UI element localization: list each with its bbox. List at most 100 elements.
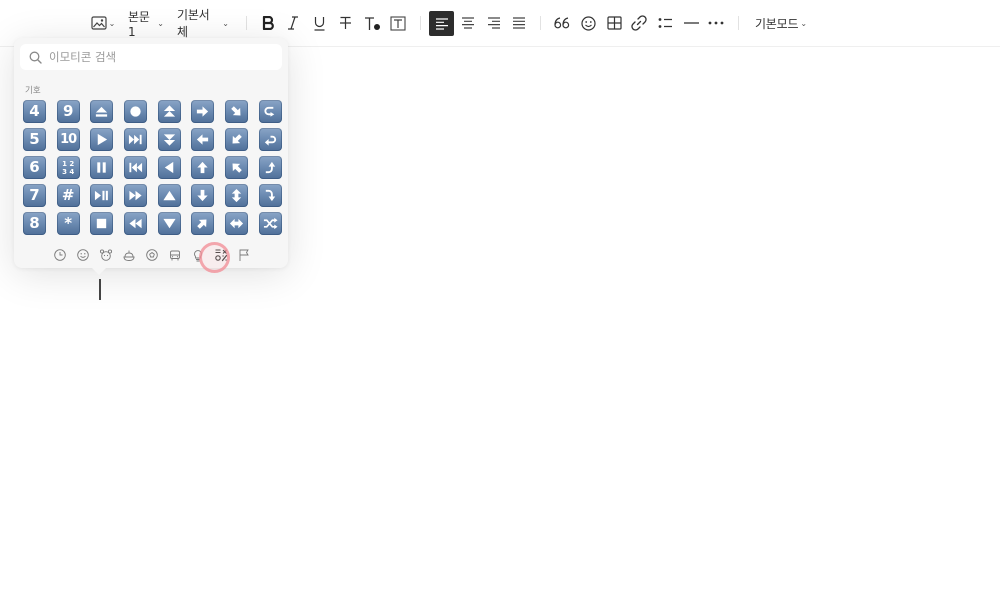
next-track-emoji-key[interactable] <box>124 128 148 151</box>
emoji-key-label: 10 <box>60 132 77 147</box>
link-icon <box>631 15 647 31</box>
emoji-search-box[interactable] <box>20 44 282 70</box>
return-left-icon <box>263 132 278 147</box>
italic-button[interactable] <box>285 12 301 34</box>
category-tab-sports[interactable] <box>144 247 160 263</box>
reverse-emoji-key[interactable] <box>157 156 181 179</box>
emoji-key[interactable]: # <box>56 184 80 207</box>
emoji-search-input[interactable] <box>49 50 269 64</box>
emoji-key-label: 5 <box>29 130 40 148</box>
bold-icon <box>262 16 274 30</box>
record-emoji-key[interactable] <box>124 100 148 123</box>
curve-up-emoji-key[interactable] <box>258 156 282 179</box>
emoji-key[interactable]: 8 <box>23 212 46 235</box>
return-left-emoji-key[interactable] <box>258 128 282 151</box>
emoji-key[interactable]: 10 <box>56 128 80 151</box>
horizontal-rule-button[interactable] <box>682 12 700 34</box>
down-triangle-emoji-key[interactable] <box>157 212 181 235</box>
arrow-left-emoji-key[interactable] <box>191 128 215 151</box>
rewind-icon <box>128 216 143 231</box>
arrow-right-emoji-key[interactable] <box>191 100 215 123</box>
align-left-button[interactable] <box>429 11 454 36</box>
text-cursor <box>99 279 101 300</box>
arrow-up-left-emoji-key[interactable] <box>225 156 249 179</box>
emoji-key[interactable]: 5 <box>23 128 46 151</box>
emoji-key[interactable]: 1 2 3 4 <box>56 156 80 179</box>
link-button[interactable] <box>630 12 648 34</box>
table-button[interactable] <box>605 12 623 34</box>
shuffle-emoji-key[interactable] <box>258 212 282 235</box>
text-background-button[interactable] <box>388 12 408 34</box>
arrow-up-emoji-key[interactable] <box>191 156 215 179</box>
stop-emoji-key[interactable] <box>90 212 114 235</box>
more-icon <box>708 21 724 25</box>
fast-forward-emoji-key[interactable] <box>124 184 148 207</box>
play-pause-emoji-key[interactable] <box>90 184 114 207</box>
popup-pointer <box>90 266 108 275</box>
fast-up-emoji-key[interactable] <box>157 100 181 123</box>
arrow-down-emoji-key[interactable] <box>191 184 215 207</box>
emoji-key[interactable]: * <box>56 212 80 235</box>
category-tab-recent[interactable] <box>52 247 68 263</box>
emoji-key-label: 8 <box>29 214 40 232</box>
category-tab-smiley[interactable] <box>75 247 91 263</box>
bold-button[interactable] <box>259 12 277 34</box>
pause-emoji-key[interactable] <box>90 156 114 179</box>
arrow-up-left-icon <box>229 160 244 175</box>
play-emoji-key[interactable] <box>90 128 114 151</box>
stop-icon <box>94 216 109 231</box>
arrow-left-right-emoji-key[interactable] <box>225 212 249 235</box>
eject-emoji-key[interactable] <box>90 100 114 123</box>
bullet-list-button[interactable] <box>656 12 674 34</box>
curve-up-icon <box>263 160 278 175</box>
font-family-label: 기본서체 <box>177 8 210 39</box>
emoji-key-label: 9 <box>62 102 74 120</box>
up-triangle-icon <box>162 188 177 203</box>
insert-image-button[interactable]: ⌄ <box>90 12 116 34</box>
arrow-down-left-emoji-key[interactable] <box>225 128 249 151</box>
strikethrough-button[interactable] <box>336 12 354 34</box>
play-pause-icon <box>94 188 109 203</box>
curve-right-emoji-key[interactable] <box>258 100 282 123</box>
emoji-key[interactable]: 7 <box>23 184 46 207</box>
category-tab-travel[interactable] <box>167 247 183 263</box>
emoji-button[interactable] <box>579 12 597 34</box>
align-justify-button[interactable] <box>510 12 528 34</box>
more-options-button[interactable] <box>707 12 725 34</box>
align-right-icon <box>488 17 500 29</box>
category-tab-food[interactable] <box>121 247 137 263</box>
curve-down-emoji-key[interactable] <box>258 184 282 207</box>
down-triangle-icon <box>162 216 177 231</box>
underline-icon <box>314 16 324 31</box>
fast-down-emoji-key[interactable] <box>157 128 181 151</box>
emoji-key[interactable]: 4 <box>23 100 46 123</box>
font-family-dropdown[interactable]: 기본서체 ⌄ <box>177 8 229 39</box>
sports-icon <box>145 248 159 262</box>
emoji-key[interactable]: 9 <box>56 100 80 123</box>
underline-button[interactable] <box>310 12 328 34</box>
category-tab-animal[interactable] <box>98 247 114 263</box>
up-triangle-emoji-key[interactable] <box>157 184 181 207</box>
chevron-down-icon: ⌄ <box>157 18 164 28</box>
arrow-left-right-icon <box>229 216 244 231</box>
rewind-emoji-key[interactable] <box>124 212 148 235</box>
arrow-down-right-emoji-key[interactable] <box>225 100 249 123</box>
align-right-button[interactable] <box>485 12 503 34</box>
text-color-button[interactable] <box>362 12 382 34</box>
arrow-up-down-icon <box>229 188 244 203</box>
category-tab-flag[interactable] <box>236 247 252 263</box>
emoji-key[interactable]: 6 <box>23 156 46 179</box>
paragraph-style-dropdown[interactable]: 본문1 ⌄ <box>128 10 164 39</box>
arrow-up-down-emoji-key[interactable] <box>225 184 249 207</box>
emoji-key-label: # <box>61 186 75 204</box>
arrow-up-right-emoji-key[interactable] <box>191 212 215 235</box>
emoji-picker: 기호 4 9 5 10 6 1 2 3 4 7 #8 * <box>14 38 288 268</box>
quote-button[interactable] <box>553 12 571 34</box>
editor-mode-dropdown[interactable]: 기본모드 ⌄ <box>754 12 808 34</box>
prev-track-emoji-key[interactable] <box>124 156 148 179</box>
align-center-button[interactable] <box>459 12 477 34</box>
curve-right-icon <box>263 104 278 119</box>
align-justify-icon <box>513 17 525 29</box>
align-center-icon <box>462 17 474 29</box>
quote-icon <box>554 17 570 29</box>
